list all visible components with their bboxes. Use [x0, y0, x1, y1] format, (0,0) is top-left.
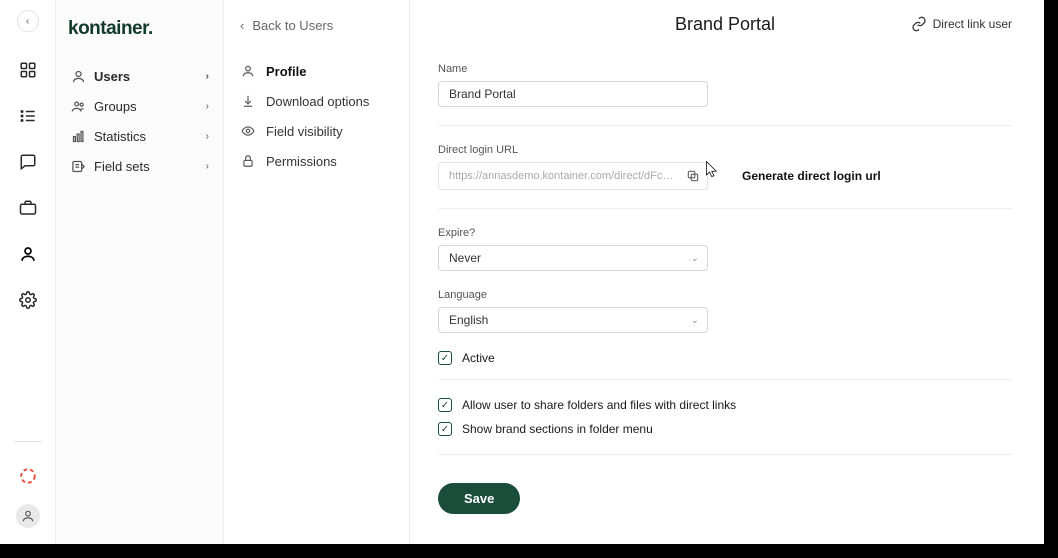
name-row: Name: [438, 63, 1012, 107]
sidebar-item-users[interactable]: Users ›: [68, 64, 211, 88]
rail-icons: [18, 60, 38, 310]
sidebar-nav: Users › Groups › Statistics › Field sets…: [68, 64, 211, 178]
back-button[interactable]: ‹ Back to Users: [240, 18, 393, 33]
groups-icon: [70, 98, 86, 114]
subnav-item-download[interactable]: Download options: [240, 93, 393, 109]
dashboard-icon[interactable]: [18, 60, 38, 80]
subnav-item-label: Profile: [266, 64, 306, 79]
active-label: Active: [462, 351, 495, 365]
user-icon[interactable]: [18, 244, 38, 264]
brand-checkrow: ✓ Show brand sections in folder menu: [438, 422, 1012, 436]
save-button[interactable]: Save: [438, 483, 520, 514]
download-icon: [240, 93, 256, 109]
chevron-left-icon: ‹: [240, 18, 244, 33]
help-icon[interactable]: [18, 466, 38, 486]
rail-bottom: [14, 435, 42, 544]
page-title: Brand Portal: [675, 14, 775, 35]
back-label: Back to Users: [252, 18, 333, 33]
url-row: https://annasdemo.kontainer.com/direct/d…: [438, 162, 1012, 190]
subnav-item-label: Field visibility: [266, 124, 343, 139]
link-icon: [911, 16, 927, 32]
language-label: Language: [438, 289, 1012, 301]
name-input-wrap: [438, 81, 708, 107]
sidebar-item-field-sets[interactable]: Field sets ›: [68, 154, 211, 178]
subnav-item-profile[interactable]: Profile: [240, 63, 393, 79]
expire-row: Expire? Never ⌄: [438, 227, 1012, 271]
subnav-item-label: Permissions: [266, 154, 337, 169]
subnav: ‹ Back to Users Profile Download options…: [224, 0, 410, 544]
name-input[interactable]: [449, 87, 697, 101]
sidebar-item-label: Statistics: [94, 129, 146, 144]
divider: [438, 379, 1012, 380]
divider: [438, 208, 1012, 209]
collapse-rail-button[interactable]: ‹: [17, 10, 39, 32]
divider: [438, 125, 1012, 126]
url-value: https://annasdemo.kontainer.com/direct/d…: [449, 170, 677, 182]
rail-divider: [14, 441, 42, 442]
share-label: Allow user to share folders and files wi…: [462, 398, 736, 412]
sidebar-item-label: Groups: [94, 99, 137, 114]
brand-label: Show brand sections in folder menu: [462, 422, 653, 436]
profile-icon: [240, 63, 256, 79]
chevron-down-icon: ⌄: [691, 315, 699, 326]
active-checkrow: ✓ Active: [438, 351, 1012, 365]
subnav-item-field-visibility[interactable]: Field visibility: [240, 123, 393, 139]
share-checkbox[interactable]: ✓: [438, 398, 452, 412]
expire-value: Never: [449, 251, 481, 265]
sidebar: kontainer. Users › Groups › Statistics ›…: [56, 0, 224, 544]
chevron-right-icon: ›: [206, 101, 209, 112]
sidebar-item-label: Field sets: [94, 159, 150, 174]
language-row: Language English ⌄: [438, 289, 1012, 333]
divider: [438, 454, 1012, 455]
chevron-right-icon: ›: [206, 131, 209, 142]
chevron-down-icon: ⌄: [691, 253, 699, 264]
expire-label: Expire?: [438, 227, 1012, 239]
main-panel: Brand Portal Direct link user Name Direc…: [410, 0, 1044, 544]
sidebar-item-label: Users: [94, 69, 130, 84]
sidebar-item-statistics[interactable]: Statistics ›: [68, 124, 211, 148]
gear-icon[interactable]: [18, 290, 38, 310]
url-input[interactable]: https://annasdemo.kontainer.com/direct/d…: [438, 162, 708, 190]
url-row-wrap: Direct login URL https://annasdemo.konta…: [438, 144, 1012, 190]
sidebar-item-groups[interactable]: Groups ›: [68, 94, 211, 118]
brand-checkbox[interactable]: ✓: [438, 422, 452, 436]
app-window: ‹: [0, 0, 1044, 544]
language-value: English: [449, 313, 488, 327]
main-header: Brand Portal Direct link user: [438, 14, 1012, 35]
direct-link-badge[interactable]: Direct link user: [911, 16, 1012, 32]
active-checkbox[interactable]: ✓: [438, 351, 452, 365]
expire-select[interactable]: Never ⌄: [438, 245, 708, 271]
chevron-right-icon: ›: [206, 161, 209, 172]
name-label: Name: [438, 63, 1012, 75]
direct-link-label: Direct link user: [933, 17, 1012, 31]
chevron-right-icon: ›: [206, 71, 209, 82]
list-icon[interactable]: [18, 106, 38, 126]
logo: kontainer.: [68, 18, 211, 40]
eye-icon: [240, 123, 256, 139]
icon-rail: ‹: [0, 0, 56, 544]
copy-button[interactable]: [683, 166, 703, 186]
lock-icon: [240, 153, 256, 169]
profile-form: Name Direct login URL https://annasdemo.…: [438, 63, 1012, 514]
statistics-icon: [70, 128, 86, 144]
avatar[interactable]: [16, 504, 40, 528]
subnav-list: Profile Download options Field visibilit…: [240, 63, 393, 169]
language-select[interactable]: English ⌄: [438, 307, 708, 333]
share-checkrow: ✓ Allow user to share folders and files …: [438, 398, 1012, 412]
chat-icon[interactable]: [18, 152, 38, 172]
briefcase-icon[interactable]: [18, 198, 38, 218]
generate-url-button[interactable]: Generate direct login url: [742, 169, 881, 183]
user-icon: [70, 68, 86, 84]
url-label: Direct login URL: [438, 144, 1012, 156]
fieldsets-icon: [70, 158, 86, 174]
subnav-item-label: Download options: [266, 94, 369, 109]
subnav-item-permissions[interactable]: Permissions: [240, 153, 393, 169]
